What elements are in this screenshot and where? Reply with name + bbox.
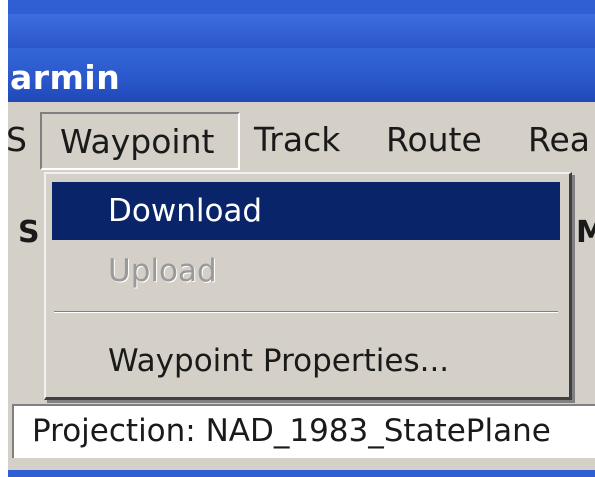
menu-separator — [54, 311, 558, 313]
menu-track[interactable]: Track — [254, 120, 340, 159]
menu-item-waypoint-properties[interactable]: Waypoint Properties... — [52, 332, 560, 390]
window-title: armin — [10, 58, 121, 97]
application-window: armin S Waypoint Track Route Rea S M Dow… — [6, 0, 595, 477]
menu-item-download[interactable]: Download — [52, 182, 560, 240]
projection-field: Projection: NAD_1983_StatePlane — [12, 404, 595, 458]
waypoint-dropdown-menu: Download Upload Waypoint Properties... — [44, 172, 572, 400]
menu-item-upload: Upload — [108, 253, 217, 289]
menu-waypoint[interactable]: Waypoint — [40, 112, 240, 170]
menu-real-time[interactable]: Rea — [528, 120, 590, 159]
window-top-edge — [8, 0, 595, 14]
background-label-fragment: S — [18, 215, 40, 250]
menu-item-partial[interactable]: S — [6, 120, 27, 159]
screen: armin S Waypoint Track Route Rea S M Dow… — [0, 0, 595, 477]
background-label-fragment-right: M — [576, 215, 595, 250]
window-bottom-edge — [8, 470, 595, 477]
window-chrome — [8, 14, 595, 48]
menu-route[interactable]: Route — [386, 120, 482, 159]
